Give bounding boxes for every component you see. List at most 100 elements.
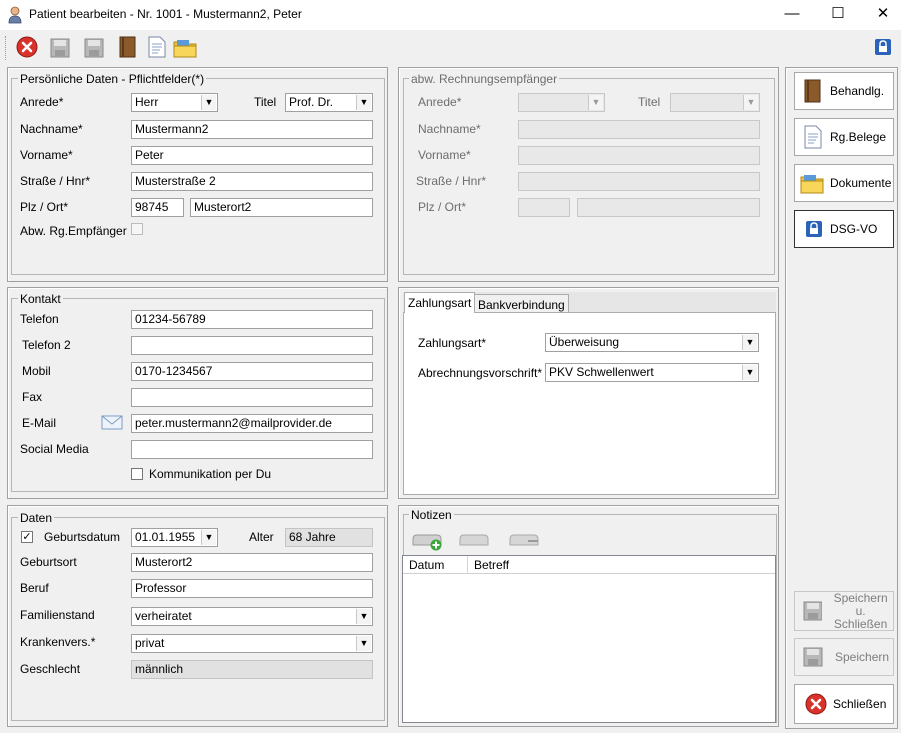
mobil-label: Mobil <box>22 364 51 378</box>
krankenvers-value: privat <box>135 636 165 650</box>
vorname-input[interactable]: Peter <box>131 146 373 165</box>
edit-note-icon[interactable] <box>458 531 490 549</box>
fax-label: Fax <box>22 390 43 404</box>
billing-group-title: abw. Rechnungsempfänger <box>409 72 560 86</box>
dsgvo-button[interactable]: DSG-VO <box>794 210 894 248</box>
geschlecht-label: Geschlecht <box>20 662 81 676</box>
vorname-label: Vorname* <box>20 148 73 162</box>
geburtsdatum-picker[interactable]: 01.01.1955 ▼ <box>131 528 218 547</box>
telefon-label: Telefon <box>20 312 59 326</box>
telefon-input[interactable]: 01234-56789 <box>131 310 373 329</box>
billing-plz-input[interactable] <box>518 198 570 217</box>
ort-input[interactable]: Musterort2 <box>190 198 373 217</box>
telefon2-label: Telefon 2 <box>22 338 71 352</box>
geburtsort-label: Geburtsort <box>20 555 77 569</box>
document-icon <box>804 125 822 149</box>
chevron-down-icon: ▼ <box>201 530 216 545</box>
billing-plz-label: Plz / Ort* <box>418 200 467 214</box>
maximize-button[interactable]: ☐ <box>815 0 861 30</box>
save-close-button[interactable]: Speichern u. Schließen <box>794 591 894 631</box>
geburtsdatum-checkbox[interactable]: ✓ <box>21 531 33 543</box>
chevron-down-icon: ▼ <box>201 95 216 110</box>
titel-label: Titel <box>254 95 277 109</box>
notes-table-header: Datum Betreff <box>403 556 775 574</box>
geburtsort-input[interactable]: Musterort2 <box>131 553 373 572</box>
col-datum[interactable]: Datum <box>403 556 468 573</box>
zahlungsart-select[interactable]: Überweisung ▼ <box>545 333 759 352</box>
abw-rg-checkbox[interactable] <box>131 223 143 235</box>
billing-anrede-label: Anrede* <box>418 95 462 109</box>
titel-select[interactable]: Prof. Dr. ▼ <box>285 93 373 112</box>
social-media-input[interactable] <box>131 440 373 459</box>
du-checkbox[interactable] <box>131 468 143 480</box>
contact-group-title: Kontakt <box>18 292 63 306</box>
col-betreff[interactable]: Betreff <box>468 556 774 573</box>
behandlung-button[interactable]: Behandlg. <box>794 72 894 110</box>
krankenvers-select[interactable]: privat ▼ <box>131 634 373 653</box>
billing-nachname-input[interactable] <box>518 120 760 139</box>
chevron-down-icon: ▼ <box>588 95 603 110</box>
anrede-label: Anrede* <box>20 95 64 109</box>
familienstand-label: Familienstand <box>20 608 95 622</box>
minimize-button[interactable]: — <box>769 0 815 30</box>
save-close-line1: Speichern u. <box>833 590 888 618</box>
mobil-input[interactable]: 0170-1234567 <box>131 362 373 381</box>
dsgvo-label: DSG-VO <box>830 222 878 236</box>
save-icon[interactable] <box>84 38 104 58</box>
close-window-button[interactable]: ✕ <box>860 0 901 30</box>
document-icon[interactable] <box>147 36 167 58</box>
billing-nachname-label: Nachname* <box>418 122 481 136</box>
close-icon <box>805 693 827 715</box>
beruf-input[interactable]: Professor <box>131 579 373 598</box>
plz-input[interactable]: 98745 <box>131 198 184 217</box>
chevron-down-icon: ▼ <box>356 609 371 624</box>
delete-note-icon[interactable] <box>508 531 542 549</box>
billing-vorname-input[interactable] <box>518 146 760 165</box>
billing-anrede-select[interactable]: ▼ <box>518 93 605 112</box>
anrede-select[interactable]: Herr ▼ <box>131 93 218 112</box>
strasse-label: Straße / Hnr* <box>20 174 91 188</box>
chevron-down-icon: ▼ <box>356 636 371 651</box>
save-button[interactable]: Speichern <box>794 638 894 676</box>
envelope-icon[interactable] <box>101 415 123 430</box>
notes-table[interactable]: Datum Betreff <box>402 555 776 723</box>
dokumente-button[interactable]: Dokumente <box>794 164 894 202</box>
abw-rg-label: Abw. Rg.Empfänger <box>20 224 127 238</box>
save-close-icon[interactable] <box>50 38 70 58</box>
abrechnung-select[interactable]: PKV Schwellenwert ▼ <box>545 363 759 382</box>
billing-strasse-input[interactable] <box>518 172 760 191</box>
fax-input[interactable] <box>131 388 373 407</box>
social-media-label: Social Media <box>20 442 89 456</box>
close-icon[interactable] <box>16 36 38 58</box>
beruf-label: Beruf <box>20 581 49 595</box>
add-note-icon[interactable] <box>411 531 445 551</box>
telefon2-input[interactable] <box>131 336 373 355</box>
folder-icon <box>800 175 824 194</box>
billing-strasse-label: Straße / Hnr* <box>416 174 487 188</box>
tab-zahlungsart[interactable]: Zahlungsart <box>404 292 476 313</box>
save-close-line2: Schließen <box>833 616 888 631</box>
nachname-input[interactable]: Mustermann2 <box>131 120 373 139</box>
save-label: Speichern <box>835 650 890 664</box>
folder-icon[interactable] <box>173 38 197 58</box>
familienstand-select[interactable]: verheiratet ▼ <box>131 607 373 626</box>
email-input[interactable]: peter.mustermann2@mailprovider.de <box>131 414 373 433</box>
geburtsdatum-value: 01.01.1955 <box>135 530 196 544</box>
close-button[interactable]: Schließen <box>794 684 894 724</box>
window-title: Patient bearbeiten - Nr. 1001 - Musterma… <box>29 7 302 21</box>
strasse-input[interactable]: Musterstraße 2 <box>131 172 373 191</box>
book-icon <box>804 79 821 103</box>
billing-titel-select[interactable]: ▼ <box>670 93 760 112</box>
abrechnung-value: PKV Schwellenwert <box>549 365 654 379</box>
du-label: Kommunikation per Du <box>149 467 272 481</box>
tab-bankverbindung[interactable]: Bankverbindung <box>474 294 569 312</box>
book-icon[interactable] <box>118 36 138 58</box>
alter-label: Alter <box>249 530 274 544</box>
behandlung-label: Behandlg. <box>830 84 885 98</box>
abrechnung-label: Abrechnungsvorschrift* <box>418 366 543 380</box>
lock-icon[interactable] <box>875 39 891 55</box>
billing-ort-input[interactable] <box>577 198 760 217</box>
nachname-label: Nachname* <box>20 122 83 136</box>
personal-group-title: Persönliche Daten - Pflichtfelder(*) <box>18 72 207 86</box>
rg-belege-button[interactable]: Rg.Belege <box>794 118 894 156</box>
